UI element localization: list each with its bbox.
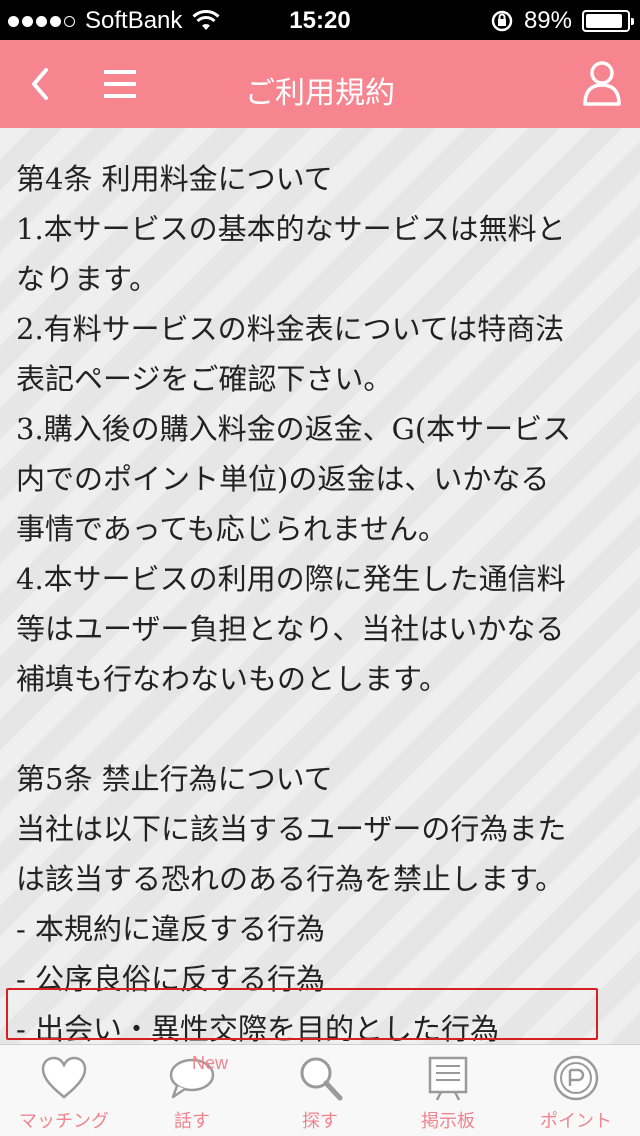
user-profile-icon[interactable] [580,58,624,110]
article-4-line: 等はユーザー負担となり、当社はいかなる [16,612,565,646]
article-4-line: 事情であっても応じられません。 [16,512,447,546]
article-4: 第4条 利用料金について 1.本サービスの基本的なサービスは無料と なります。 … [16,154,626,704]
battery-percent: 89% [523,7,572,34]
tab-bulletin-board[interactable]: 掲示板 [384,1045,512,1136]
new-badge: New [192,1053,229,1073]
bulletin-board-icon [428,1056,468,1101]
magnifier-icon [300,1057,343,1101]
tab-matching[interactable]: マッチング [0,1045,128,1136]
nav-bar: ご利用規約 [0,40,640,128]
article-5-line: は該当する恐れのある行為を禁止します。 [16,862,565,896]
rotation-lock-icon [491,10,513,32]
tab-label: ポイント [540,1111,612,1132]
prohibited-item: - 本規約に違反する行為 [16,912,326,946]
article-4-line: 表記ページをご確認下さい。 [16,362,393,396]
heart-icon [41,1056,87,1099]
article-4-line: 補填も行なわないものとします。 [16,662,449,696]
article-4-line: 内でのポイント単位)の返金は、いかなる [16,462,550,496]
status-right: 89% [490,7,634,35]
tab-bar: マッチング New 話す 探す 掲示板 ポイント [0,1044,640,1136]
article-4-heading: 第4条 利用料金について [16,162,333,196]
article-4-line: 2.有料サービスの料金表については特商法 [16,312,565,346]
terms-content[interactable]: 第4条 利用料金について 1.本サービスの基本的なサービスは無料と なります。 … [0,128,640,1044]
terms-text: 第4条 利用料金について 1.本サービスの基本的なサービスは無料と なります。 … [16,154,626,1044]
tab-label: 探す [302,1111,338,1132]
highlight-box [6,988,598,1040]
article-4-line: なります。 [16,262,159,296]
article-4-line: 4.本サービスの利用の際に発生した通信料 [16,562,566,596]
tab-label: 掲示板 [421,1111,475,1132]
tab-points[interactable]: ポイント [512,1045,640,1136]
tab-label: マッチング [19,1111,109,1132]
tab-label: 話す [174,1111,210,1132]
article-4-line: 1.本サービスの基本的なサービスは無料と [16,212,566,246]
article-4-line: 3.購入後の購入料金の返金、G(本サービス [16,412,572,446]
status-bar: SoftBank 15:20 89% [0,0,640,40]
page-title: ご利用規約 [245,76,395,111]
tab-talk[interactable]: New 話す [128,1045,256,1136]
article-5-line: 当社は以下に該当するユーザーの行為また [16,812,567,846]
battery-icon [582,10,634,32]
article-5-heading: 第5条 禁止行為について [16,762,333,796]
coin-icon [553,1055,599,1101]
tab-search[interactable]: 探す [256,1045,384,1136]
battery-fill [586,14,622,28]
